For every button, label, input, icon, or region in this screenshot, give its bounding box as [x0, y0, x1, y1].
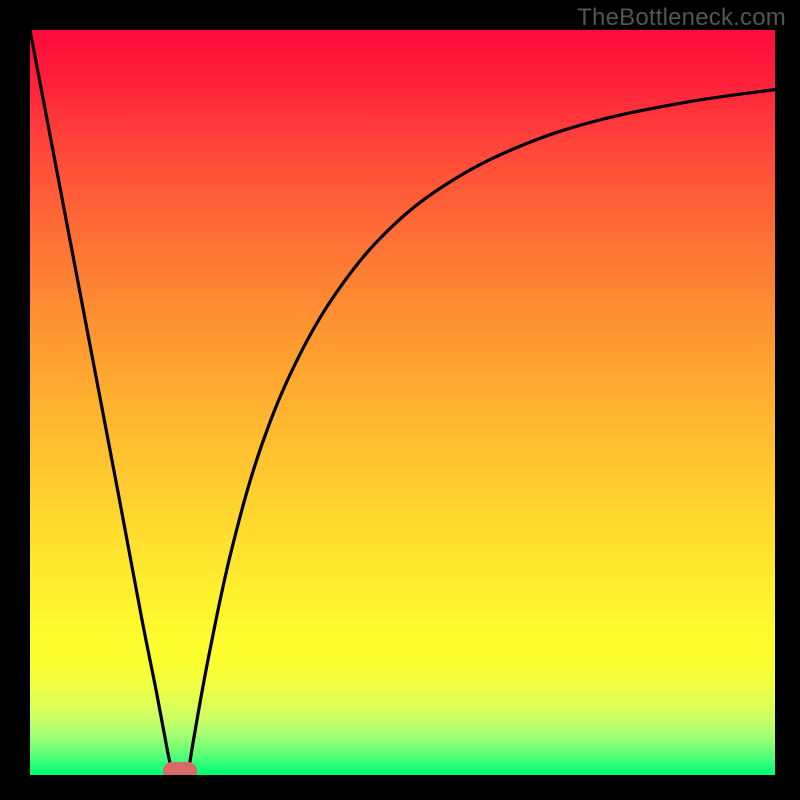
chart-frame: TheBottleneck.com: [0, 0, 800, 800]
source-watermark: TheBottleneck.com: [577, 4, 786, 32]
plot-area: [30, 30, 775, 775]
result-marker: [163, 762, 197, 775]
curve-left: [30, 30, 173, 775]
curve-right: [188, 90, 775, 775]
curve-layer: [30, 30, 775, 775]
